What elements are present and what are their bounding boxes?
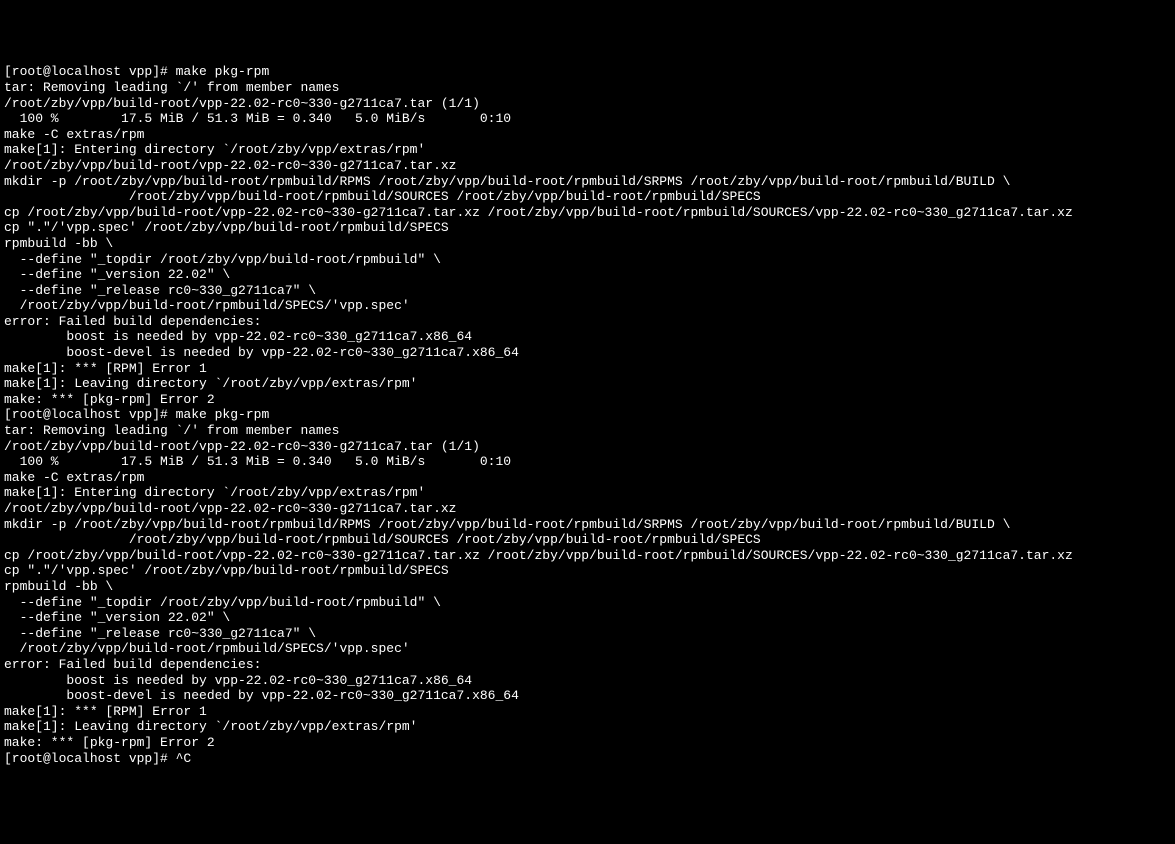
terminal-line: rpmbuild -bb \: [4, 236, 1171, 252]
terminal-line: 100 % 17.5 MiB / 51.3 MiB = 0.340 5.0 Mi…: [4, 111, 1171, 127]
terminal-line: make[1]: Leaving directory `/root/zby/vp…: [4, 376, 1171, 392]
terminal-line: --define "_version 22.02" \: [4, 610, 1171, 626]
terminal-line: boost-devel is needed by vpp-22.02-rc0~3…: [4, 688, 1171, 704]
terminal-line: --define "_topdir /root/zby/vpp/build-ro…: [4, 252, 1171, 268]
terminal-line: [root@localhost vpp]# ^C: [4, 751, 1171, 767]
terminal-line: cp "."/'vpp.spec' /root/zby/vpp/build-ro…: [4, 563, 1171, 579]
terminal-line: /root/zby/vpp/build-root/rpmbuild/SOURCE…: [4, 189, 1171, 205]
terminal-line: make[1]: Entering directory `/root/zby/v…: [4, 142, 1171, 158]
terminal-line: tar: Removing leading `/' from member na…: [4, 80, 1171, 96]
terminal-line: --define "_release rc0~330_g2711ca7" \: [4, 283, 1171, 299]
terminal-line: /root/zby/vpp/build-root/rpmbuild/SPECS/…: [4, 298, 1171, 314]
terminal-line: /root/zby/vpp/build-root/rpmbuild/SPECS/…: [4, 641, 1171, 657]
terminal-line: mkdir -p /root/zby/vpp/build-root/rpmbui…: [4, 174, 1171, 190]
terminal-line: make -C extras/rpm: [4, 127, 1171, 143]
terminal-line: boost is needed by vpp-22.02-rc0~330_g27…: [4, 329, 1171, 345]
terminal-line: /root/zby/vpp/build-root/vpp-22.02-rc0~3…: [4, 96, 1171, 112]
terminal-line: make[1]: Leaving directory `/root/zby/vp…: [4, 719, 1171, 735]
terminal-line: error: Failed build dependencies:: [4, 657, 1171, 673]
terminal-line: make[1]: *** [RPM] Error 1: [4, 704, 1171, 720]
terminal-line: cp /root/zby/vpp/build-root/vpp-22.02-rc…: [4, 548, 1171, 564]
terminal-line: make -C extras/rpm: [4, 470, 1171, 486]
terminal-line: rpmbuild -bb \: [4, 579, 1171, 595]
terminal-line: boost-devel is needed by vpp-22.02-rc0~3…: [4, 345, 1171, 361]
terminal-output[interactable]: [root@localhost vpp]# make pkg-rpmtar: R…: [4, 64, 1171, 766]
terminal-line: cp "."/'vpp.spec' /root/zby/vpp/build-ro…: [4, 220, 1171, 236]
terminal-line: /root/zby/vpp/build-root/vpp-22.02-rc0~3…: [4, 158, 1171, 174]
terminal-line: mkdir -p /root/zby/vpp/build-root/rpmbui…: [4, 517, 1171, 533]
terminal-line: /root/zby/vpp/build-root/rpmbuild/SOURCE…: [4, 532, 1171, 548]
terminal-line: --define "_topdir /root/zby/vpp/build-ro…: [4, 595, 1171, 611]
terminal-line: tar: Removing leading `/' from member na…: [4, 423, 1171, 439]
terminal-line: make: *** [pkg-rpm] Error 2: [4, 392, 1171, 408]
terminal-line: make: *** [pkg-rpm] Error 2: [4, 735, 1171, 751]
terminal-line: --define "_version 22.02" \: [4, 267, 1171, 283]
terminal-line: [root@localhost vpp]# make pkg-rpm: [4, 64, 1171, 80]
terminal-line: --define "_release rc0~330_g2711ca7" \: [4, 626, 1171, 642]
terminal-line: [root@localhost vpp]# make pkg-rpm: [4, 407, 1171, 423]
terminal-line: cp /root/zby/vpp/build-root/vpp-22.02-rc…: [4, 205, 1171, 221]
terminal-line: boost is needed by vpp-22.02-rc0~330_g27…: [4, 673, 1171, 689]
terminal-line: make[1]: Entering directory `/root/zby/v…: [4, 485, 1171, 501]
terminal-line: /root/zby/vpp/build-root/vpp-22.02-rc0~3…: [4, 501, 1171, 517]
terminal-line: 100 % 17.5 MiB / 51.3 MiB = 0.340 5.0 Mi…: [4, 454, 1171, 470]
terminal-line: error: Failed build dependencies:: [4, 314, 1171, 330]
terminal-line: make[1]: *** [RPM] Error 1: [4, 361, 1171, 377]
terminal-line: /root/zby/vpp/build-root/vpp-22.02-rc0~3…: [4, 439, 1171, 455]
